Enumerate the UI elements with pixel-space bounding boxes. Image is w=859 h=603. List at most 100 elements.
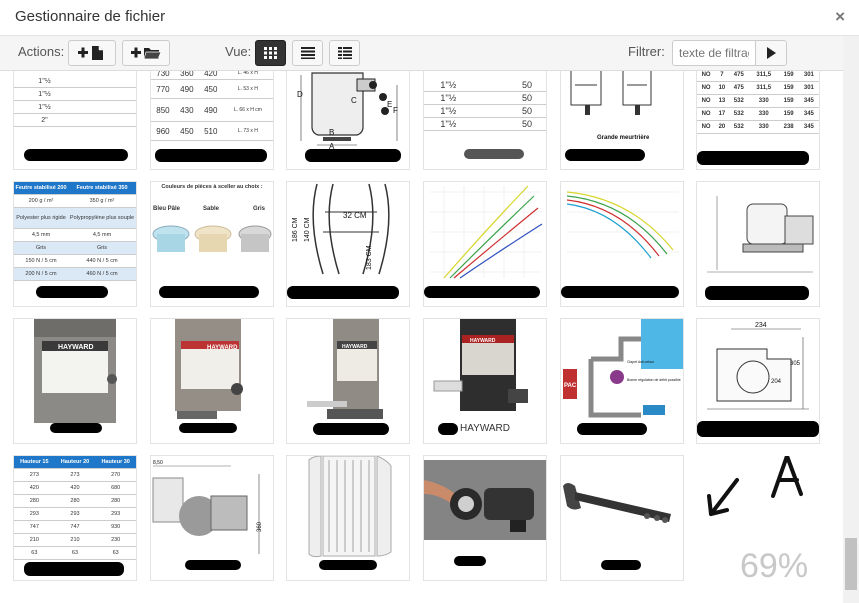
close-icon[interactable]: ×	[835, 7, 845, 27]
file-tile[interactable]	[424, 182, 546, 306]
grid-view-button[interactable]	[255, 40, 286, 66]
file-thumbnail: Feutre stabilisé 200 Feutre stabilisé 350…	[14, 182, 136, 286]
table-cell: 10	[715, 81, 729, 95]
file-tile[interactable]	[561, 182, 683, 306]
table-cell: 159	[778, 107, 799, 121]
table-cell: 50	[472, 117, 546, 131]
redacted-filename	[287, 286, 399, 299]
table-cell: NO	[697, 94, 716, 108]
file-tile[interactable]: PAC Clapet Anti-retour Bonne régulation …	[561, 319, 683, 443]
dimension-label: B	[329, 128, 334, 137]
file-tile[interactable]: D C B A E F	[287, 71, 409, 169]
table-cell: 4,5 mm	[68, 228, 136, 242]
table-cell: L. 73 x H	[222, 121, 273, 141]
file-tile[interactable]: 730 360 420 L. 46 x H 770 490 450 L. 53 x H 85…	[151, 71, 273, 169]
file-tile[interactable]: Grande meurtrière	[561, 71, 683, 169]
grid-view-icon	[263, 47, 277, 59]
table-cell: 730	[151, 71, 175, 80]
file-tile[interactable]	[561, 456, 683, 580]
redacted-filename	[454, 556, 486, 566]
filter-input[interactable]	[672, 40, 756, 66]
list-view-button[interactable]	[292, 40, 323, 66]
file-tile[interactable]: Feutre stabilisé 200 Feutre stabilisé 350…	[14, 182, 136, 306]
toolbar: Actions: Vue: Filtrer: texte de filtrage	[0, 36, 843, 71]
table-cell: 17	[715, 107, 729, 121]
redacted-filename	[438, 423, 458, 435]
detail-view-icon	[337, 47, 352, 59]
file-tile[interactable]: 234 305 204	[697, 319, 819, 443]
dimension-label: A	[329, 142, 335, 149]
file-tile[interactable]	[697, 182, 819, 306]
table-cell: 1''½	[14, 87, 75, 101]
file-tile[interactable]: HAYWARD	[14, 319, 136, 443]
file-tile[interactable]: NO 7 475 311,5 159 301 NO 10 475 311,5 159 301 NO 1…	[697, 71, 819, 169]
table-cell: 532	[728, 107, 749, 121]
file-tile[interactable]: Couleurs de pièces à sceller au choix : …	[151, 182, 273, 306]
file-thumbnail	[561, 182, 683, 286]
table-cell: 63	[95, 546, 136, 560]
list-view-icon	[300, 47, 315, 59]
table-cell: 20	[715, 120, 729, 134]
table-cell: 159	[778, 81, 799, 95]
table-cell: 450	[198, 79, 223, 99]
file-tile[interactable]	[287, 456, 409, 580]
window-title: Gestionnaire de fichier	[15, 8, 166, 25]
table-cell: 475	[728, 81, 749, 95]
file-grid: 1''½ 1''½ 1''½ 2'' 730 360 420 L. 46 x H 77…	[0, 71, 843, 603]
filter-apply-button[interactable]	[755, 40, 787, 66]
file-thumbnail: D C B A E F	[287, 71, 409, 149]
redacted-filename	[24, 149, 128, 161]
brand-label: HAYWARD	[470, 338, 496, 344]
file-thumbnail: HAYWARD	[287, 319, 409, 423]
table-cell: Gris	[68, 241, 136, 255]
table-cell: L. 66 x H cm	[222, 98, 273, 122]
file-thumbnail	[424, 460, 546, 540]
table-cell: 273	[54, 468, 96, 482]
file-thumbnail: Grande meurtrière	[561, 71, 683, 149]
table-cell: 50	[472, 91, 546, 105]
hayward-cartridge-image: HAYWARD	[307, 319, 383, 419]
file-tile[interactable]: 1''½ 50 1''½ 50 1''½ 50 1''½ 50	[424, 71, 546, 169]
file-tile[interactable]: HAYWARD	[151, 319, 273, 443]
drain-covers-image	[152, 225, 272, 252]
redacted-filename	[155, 149, 267, 162]
upload-file-button[interactable]	[68, 40, 116, 66]
redacted-filename	[319, 560, 377, 570]
redacted-filename	[697, 421, 819, 437]
redacted-filename	[24, 562, 124, 576]
file-tile[interactable]: HAYWARD HAYWARD	[424, 319, 546, 443]
table-cell: 63	[54, 546, 96, 560]
dimension-label: F	[393, 106, 398, 115]
file-thumbnail: PAC Clapet Anti-retour Bonne régulation …	[561, 319, 683, 423]
file-thumbnail: 1''½ 50 1''½ 50 1''½ 50 1''½ 50	[424, 71, 546, 149]
file-thumbnail	[697, 182, 819, 286]
table-cell: L. 53 x H	[222, 79, 273, 99]
table-cell: 238	[778, 120, 799, 134]
table-cell: Gris	[14, 241, 69, 255]
view-label: Vue:	[225, 44, 252, 59]
file-tile[interactable]	[424, 456, 546, 580]
file-thumbnail: 730 360 420 L. 46 x H 770 490 450 L. 53 x H 85…	[151, 71, 273, 149]
table-cell: 13	[715, 94, 729, 108]
file-tile[interactable]: 1''½ 1''½ 1''½ 2''	[14, 71, 136, 169]
create-folder-button[interactable]	[122, 40, 170, 66]
dimension-label: 305	[790, 361, 801, 367]
table-header: Hauteur 15	[14, 456, 55, 469]
redacted-filename	[577, 423, 647, 435]
file-tile[interactable]: 8,50 360	[151, 456, 273, 580]
scrollbar-thumb[interactable]	[845, 538, 857, 590]
table-cell: Polyester plus rigide	[14, 207, 69, 229]
dimension-label: C	[351, 96, 357, 105]
file-tile[interactable]: HAYWARD	[287, 319, 409, 443]
table-cell: 960	[151, 121, 175, 141]
table-cell: 490	[174, 79, 199, 99]
file-tile[interactable]: 186 CM 140 CM 32 CM 183 CM	[287, 182, 409, 306]
table-cell: 1''½	[424, 117, 473, 131]
detail-view-button[interactable]	[329, 40, 360, 66]
file-tile[interactable]: Hauteur 15 Hauteur 20 Hauteur 30 273 273 270…	[14, 456, 136, 580]
add-folder-icon	[131, 47, 162, 60]
table-cell: 1''½	[14, 100, 75, 114]
table-cell: 747	[14, 520, 55, 534]
redacted-filename	[464, 149, 524, 159]
vertical-scrollbar[interactable]	[843, 36, 859, 603]
